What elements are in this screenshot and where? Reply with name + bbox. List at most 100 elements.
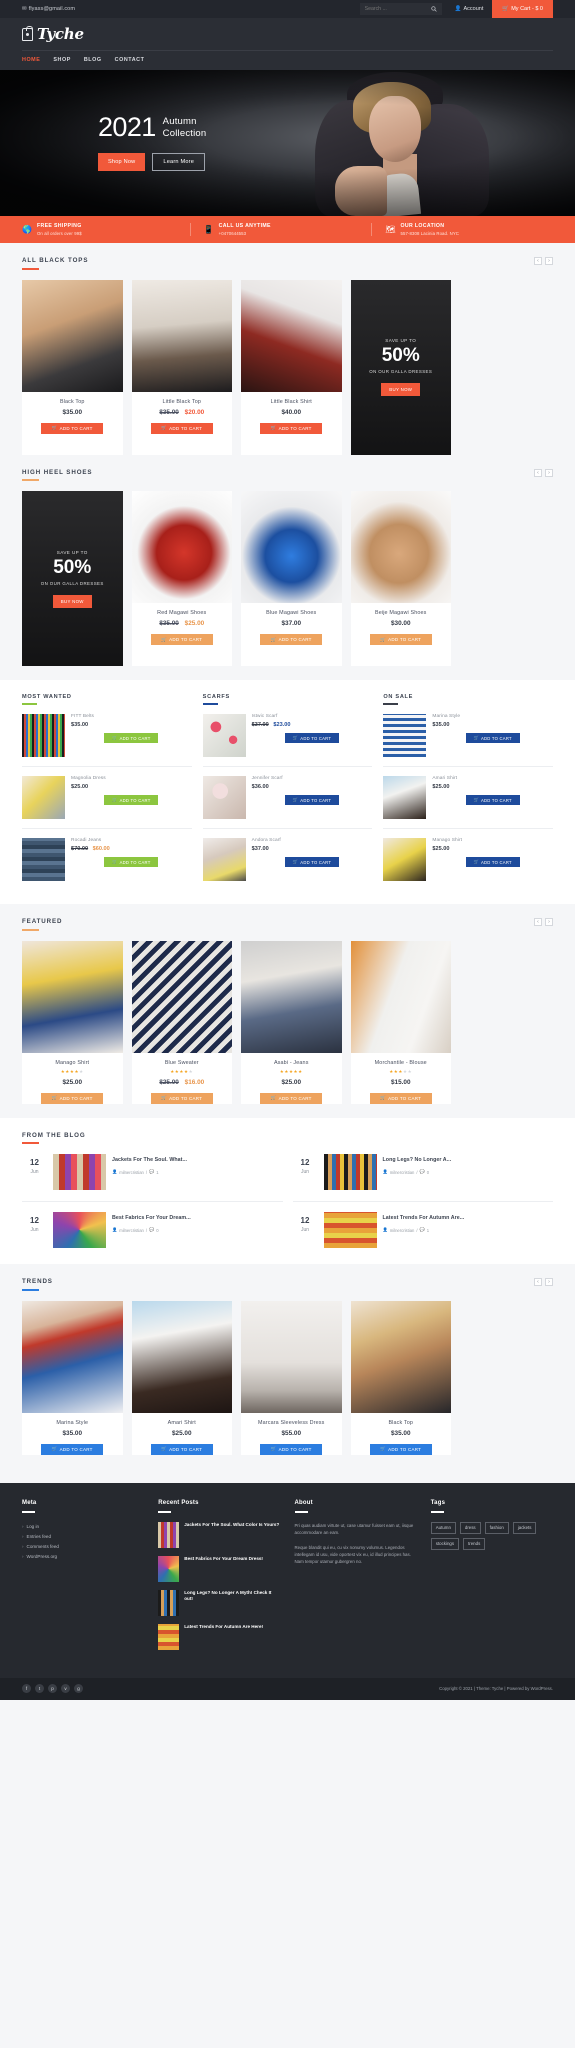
add-to-cart-button[interactable]: 🛒 ADD TO CART — [104, 857, 159, 867]
footer-link-wordpress[interactable]: › WordPress.org — [22, 1552, 144, 1562]
carousel-next-button[interactable]: › — [545, 918, 553, 926]
footer-link-login[interactable]: › Log in — [22, 1522, 144, 1532]
add-to-cart-button[interactable]: 🛒 ADD TO CART — [104, 795, 159, 805]
tag-jackets[interactable]: jackets — [512, 1521, 537, 1534]
add-to-cart-button[interactable]: 🛒 ADD TO CART — [369, 1092, 432, 1104]
vimeo-icon[interactable]: v — [61, 1684, 70, 1693]
add-to-cart-button[interactable]: 🛒 ADD TO CART — [369, 1443, 432, 1455]
learn-more-button[interactable]: Learn More — [152, 153, 206, 171]
list-item[interactable]: Rocadi Jeans $70.00 $60.00 🛒 ADD TO CART — [22, 829, 192, 890]
promo-buy-now-button[interactable]: BUY NOW — [381, 383, 421, 396]
add-to-cart-button[interactable]: 🛒 ADD TO CART — [369, 634, 432, 645]
tag-autumn[interactable]: Autumn — [430, 1521, 456, 1534]
add-to-cart-button[interactable]: 🛒 ADD TO CART — [260, 1443, 323, 1455]
tag-fashion[interactable]: fashion — [484, 1521, 509, 1534]
shop-now-button[interactable]: Shop Now — [98, 153, 146, 171]
list-item[interactable]: Manago Shirt $25.00 🛒 ADD TO CART — [383, 829, 553, 890]
add-to-cart-button[interactable]: 🛒 ADD TO CART — [150, 422, 213, 434]
product-card[interactable]: Blue Sweater ★★★★★ $25.00 $16.00 🛒 ADD T… — [131, 940, 232, 1104]
carousel-prev-button[interactable]: ‹ — [534, 257, 542, 265]
nav-item-shop[interactable]: SHOP — [53, 57, 70, 63]
list-item[interactable]: FITT Belts $35.00 🛒 ADD TO CART — [22, 705, 192, 767]
add-to-cart-button[interactable]: 🛒 ADD TO CART — [41, 1092, 104, 1104]
list-item[interactable]: Amari Shirt $25.00 🛒 ADD TO CART — [383, 767, 554, 829]
carousel-prev-button[interactable]: ‹ — [534, 1278, 542, 1286]
post-title[interactable]: Best Fabrics For Your Dream... — [112, 1215, 283, 1222]
list-item[interactable]: Jennifer Scarf $36.00 🛒 ADD TO CART — [202, 767, 373, 829]
product-card[interactable]: Black Top $35.00 🛒 ADD TO CART — [350, 1300, 451, 1455]
nav-item-contact[interactable]: CONTACT — [115, 57, 145, 63]
product-card[interactable]: Red Magawi Shoes $35.00 $25.00 🛒 ADD TO … — [131, 491, 232, 666]
nav-item-blog[interactable]: BLOG — [84, 57, 102, 63]
promo-buy-now-button[interactable]: BUY NOW — [52, 594, 92, 608]
product-card[interactable]: Asabi - Jeans ★★★★★ $25.00 🛒 ADD TO CART — [241, 940, 342, 1104]
product-card[interactable]: Blue Magawi Shoes $37.00 🛒 ADD TO CART — [241, 491, 342, 666]
promo-tile[interactable]: SAVE UP TO 50% ON OUR GALLA DRESSES BUY … — [22, 491, 123, 666]
list-item[interactable]: Marina Style $35.00 🛒 ADD TO CART — [383, 705, 554, 767]
product-card[interactable]: Morchantile - Blouse ★★★★★ $15.00 🛒 ADD … — [350, 940, 451, 1104]
list-item[interactable]: Andora Scarf $37.00 🛒 ADD TO CART — [202, 829, 373, 890]
list-item[interactable]: Magnolia Dress $25.00 🛒 ADD TO CART — [22, 767, 192, 829]
blog-post[interactable]: 12 Jun Latest Trends For Autumn Are... 👤… — [293, 1212, 554, 1248]
add-to-cart-button[interactable]: 🛒 ADD TO CART — [285, 857, 339, 867]
add-to-cart-button[interactable]: 🛒 ADD TO CART — [41, 422, 104, 434]
contact-email[interactable]: ✉ flyass@gmail.com — [22, 6, 75, 12]
blog-post[interactable]: 12 Jun Long Legs? No Longer A... 👤 milne… — [292, 1154, 554, 1202]
pinterest-icon[interactable]: p — [48, 1684, 57, 1693]
add-to-cart-button[interactable]: 🛒 ADD TO CART — [465, 733, 520, 743]
carousel-next-button[interactable]: › — [545, 257, 553, 265]
search-box[interactable] — [359, 3, 442, 15]
product-card[interactable]: Amari Shirt $25.00 🛒 ADD TO CART — [131, 1300, 232, 1455]
add-to-cart-button[interactable]: 🛒 ADD TO CART — [260, 1092, 323, 1104]
post-title[interactable]: Jackets For The Soul. What... — [112, 1157, 283, 1164]
tag-stockings[interactable]: stockings — [430, 1537, 460, 1550]
add-to-cart-button[interactable]: 🛒 ADD TO CART — [104, 733, 159, 743]
product-card[interactable]: Little Black Top $35.00 $20.00 🛒 ADD TO … — [131, 279, 232, 455]
product-card[interactable]: Manago Shirt ★★★★★ $25.00 🛒 ADD TO CART — [22, 940, 123, 1104]
product-card[interactable]: Beije Magawi Shoes $30.00 🛒 ADD TO CART — [350, 491, 451, 666]
carousel-prev-button[interactable]: ‹ — [534, 918, 542, 926]
carousel-prev-button[interactable]: ‹ — [534, 468, 542, 477]
rating-stars: ★★★★★ — [170, 1068, 194, 1074]
product-card[interactable]: Marina Style $35.00 🛒 ADD TO CART — [22, 1300, 123, 1455]
footer-link-comments-feed[interactable]: › Comments feed — [22, 1542, 144, 1552]
add-to-cart-button[interactable]: 🛒 ADD TO CART — [150, 634, 213, 645]
add-to-cart-button[interactable]: 🛒 ADD TO CART — [41, 1443, 104, 1455]
blog-post[interactable]: 12 Jun Jackets For The Soul. What... 👤 m… — [22, 1154, 283, 1202]
post-title[interactable]: Long Legs? No Longer A... — [383, 1157, 554, 1164]
footer-post[interactable]: Jackets For The Soul. What Color Is Your… — [158, 1521, 280, 1548]
add-to-cart-button[interactable]: 🛒 ADD TO CART — [285, 795, 339, 805]
carousel-next-button[interactable]: › — [545, 1278, 553, 1286]
add-to-cart-button[interactable]: 🛒 ADD TO CART — [150, 1443, 213, 1455]
blog-post[interactable]: 12 Jun Best Fabrics For Your Dream... 👤 … — [22, 1212, 283, 1248]
add-to-cart-button[interactable]: 🛒 ADD TO CART — [465, 857, 520, 867]
account-link[interactable]: 👤 Account — [455, 6, 484, 12]
cart-button[interactable]: 🛒 My Cart - $ 0 — [492, 0, 553, 18]
add-to-cart-button[interactable]: 🛒 ADD TO CART — [285, 733, 339, 743]
facebook-icon[interactable]: f — [22, 1684, 31, 1693]
list-item[interactable]: Istwic Scarf $37.00 $23.00 🛒 ADD TO CART — [202, 705, 373, 767]
add-to-cart-button[interactable]: 🛒 ADD TO CART — [260, 634, 323, 645]
search-input[interactable] — [364, 6, 437, 12]
product-card[interactable]: Black Top $35.00 🛒 ADD TO CART — [22, 279, 123, 455]
product-card[interactable]: Marcara Sleeveless Dress $55.00 🛒 ADD TO… — [241, 1300, 342, 1455]
carousel-next-button[interactable]: › — [545, 468, 553, 477]
footer-post[interactable]: Best Fabrics For Your Dream Dress! — [158, 1555, 280, 1582]
twitter-icon[interactable]: t — [35, 1684, 44, 1693]
hero-subtitle: Autumn Collection — [163, 116, 207, 138]
add-to-cart-button[interactable]: 🛒 ADD TO CART — [150, 1092, 213, 1104]
google-plus-icon[interactable]: g — [74, 1684, 83, 1693]
footer-link-entries-feed[interactable]: › Entries feed — [22, 1532, 144, 1542]
tag-trends[interactable]: trends — [463, 1537, 486, 1550]
search-icon[interactable] — [430, 6, 437, 12]
footer-post[interactable]: Latest Trends For Autumn Are Here! — [158, 1623, 280, 1650]
footer-post[interactable]: Long Legs? No Longer A Myth! Check It ou… — [158, 1589, 280, 1616]
site-logo[interactable]: Tyche — [22, 25, 553, 50]
nav-item-home[interactable]: HOME — [22, 57, 40, 63]
product-card[interactable]: Little Black Shirt $40.00 🛒 ADD TO CART — [241, 279, 342, 455]
tag-dress[interactable]: dress — [459, 1521, 481, 1534]
add-to-cart-button[interactable]: 🛒 ADD TO CART — [260, 422, 323, 434]
post-title[interactable]: Latest Trends For Autumn Are... — [383, 1215, 554, 1222]
add-to-cart-button[interactable]: 🛒 ADD TO CART — [465, 795, 520, 805]
promo-tile[interactable]: SAVE UP TO 50% ON OUR GALLA DRESSES BUY … — [350, 279, 451, 455]
